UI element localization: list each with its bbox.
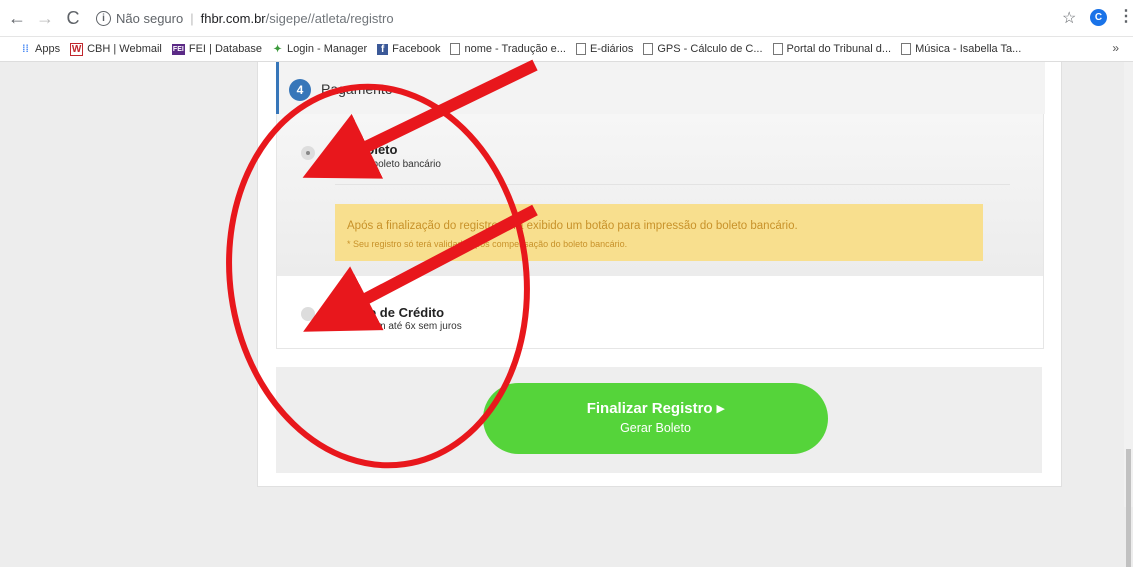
bookmark-label: Música - Isabella Ta... [915, 43, 1022, 55]
barcode-icon [335, 144, 353, 154]
bookmark-fei[interactable]: FEI FEI | Database [171, 43, 263, 55]
fei-logo-icon: FEI [171, 43, 185, 55]
bookmark-label: E-diários [589, 43, 634, 55]
bookmark-label: CBH | Webmail [87, 43, 162, 55]
bookmark-label: GPS - Cálculo de C... [657, 43, 763, 55]
submit-area: Finalizar Registro ▸ Gerar Boleto [276, 367, 1042, 473]
bookmark-login-manager[interactable]: ✦ Login - Manager [272, 43, 367, 55]
bookmark-label: nome - Tradução e... [464, 43, 566, 55]
bookmark-star-icon[interactable]: ☆ [1062, 8, 1076, 28]
boleto-desc: via boleto bancário [357, 159, 441, 170]
page-icon [450, 43, 461, 55]
bookmark-gps[interactable]: GPS - Cálculo de C... [643, 43, 763, 55]
step-number-badge: 4 [289, 79, 311, 101]
bookmark-facebook[interactable]: f Facebook [377, 43, 440, 55]
bookmark-label: Apps [35, 43, 61, 55]
finalize-label: Finalizar Registro ▸ [586, 400, 725, 417]
payment-option-boleto[interactable]: Boleto via boleto bancário Após a finali… [276, 114, 1044, 276]
w-logo-icon: W [70, 42, 84, 56]
page-icon [901, 43, 912, 55]
scrollbar-thumb[interactable] [1126, 449, 1131, 567]
address-bar[interactable]: i Não seguro | fhbr.com.br/sigepe//atlet… [96, 6, 1056, 30]
credit-card-radio[interactable] [301, 307, 315, 321]
back-arrow-icon[interactable]: ← [6, 7, 28, 29]
boleto-title: Boleto [357, 142, 398, 157]
bookmark-label: Portal do Tribunal d... [786, 43, 892, 55]
bookmarks-more-icon[interactable]: » [1112, 41, 1119, 55]
facebook-icon: f [377, 43, 389, 55]
page-icon [772, 43, 783, 55]
bookmark-apps[interactable]: ⁞⁞ Apps [20, 43, 60, 55]
info-icon[interactable]: i [96, 10, 111, 26]
credit-card-title: Cartão de Crédito [335, 305, 445, 320]
menu-dots-icon[interactable]: ⋮ [1118, 6, 1133, 26]
bookmark-traducao[interactable]: nome - Tradução e... [450, 43, 566, 55]
bookmark-musica[interactable]: Música - Isabella Ta... [901, 43, 1021, 55]
bookmark-label: Facebook [392, 43, 441, 55]
address-separator: | [190, 10, 194, 26]
reload-icon[interactable]: C [62, 7, 84, 29]
notice-footnote: * Seu registro só terá validade após com… [347, 239, 628, 249]
url-host: fhbr.com.br [200, 10, 266, 26]
option-divider [335, 184, 1010, 185]
security-label: Não seguro [116, 10, 184, 26]
step-header: 4 Pagamento [276, 62, 1045, 114]
bookmark-ediarios[interactable]: E-diários [575, 43, 634, 55]
url-path: /sigepe//atleta/registro [265, 10, 394, 26]
bookmark-label: FEI | Database [188, 43, 263, 55]
profile-avatar[interactable]: C [1090, 9, 1107, 26]
page-icon [575, 43, 586, 55]
finalize-sublabel: Gerar Boleto [620, 421, 691, 435]
browser-toolbar: ← → C i Não seguro | fhbr.com.br/sigepe/… [0, 0, 1133, 37]
registration-card: 4 Pagamento Boleto via boleto bancário A… [257, 62, 1062, 487]
bookmark-portal-tribunal[interactable]: Portal do Tribunal d... [772, 43, 892, 55]
bookmarks-bar: ⁞⁞ Apps W CBH | Webmail FEI FEI | Databa… [0, 37, 1133, 62]
apps-grid-icon: ⁞⁞ [22, 43, 29, 55]
bookmark-webmail[interactable]: W CBH | Webmail [70, 42, 162, 56]
boleto-notice: Após a finalização do registro será exib… [335, 204, 983, 261]
boleto-radio[interactable] [301, 146, 315, 160]
payment-option-credit-card[interactable]: Cartão de Crédito Parcele em até 6x sem … [276, 276, 1044, 349]
page-icon [643, 43, 654, 55]
step-title: Pagamento [321, 81, 393, 97]
manager-logo-icon: ✦ [273, 43, 282, 55]
finalize-registration-button[interactable]: Finalizar Registro ▸ Gerar Boleto [483, 383, 828, 454]
notice-text: Após a finalização do registro será exib… [347, 220, 798, 232]
credit-card-desc: Parcele em até 6x sem juros [335, 321, 462, 332]
page-scrollbar[interactable] [1124, 62, 1133, 567]
forward-arrow-icon[interactable]: → [34, 7, 56, 29]
bookmark-label: Login - Manager [287, 43, 368, 55]
